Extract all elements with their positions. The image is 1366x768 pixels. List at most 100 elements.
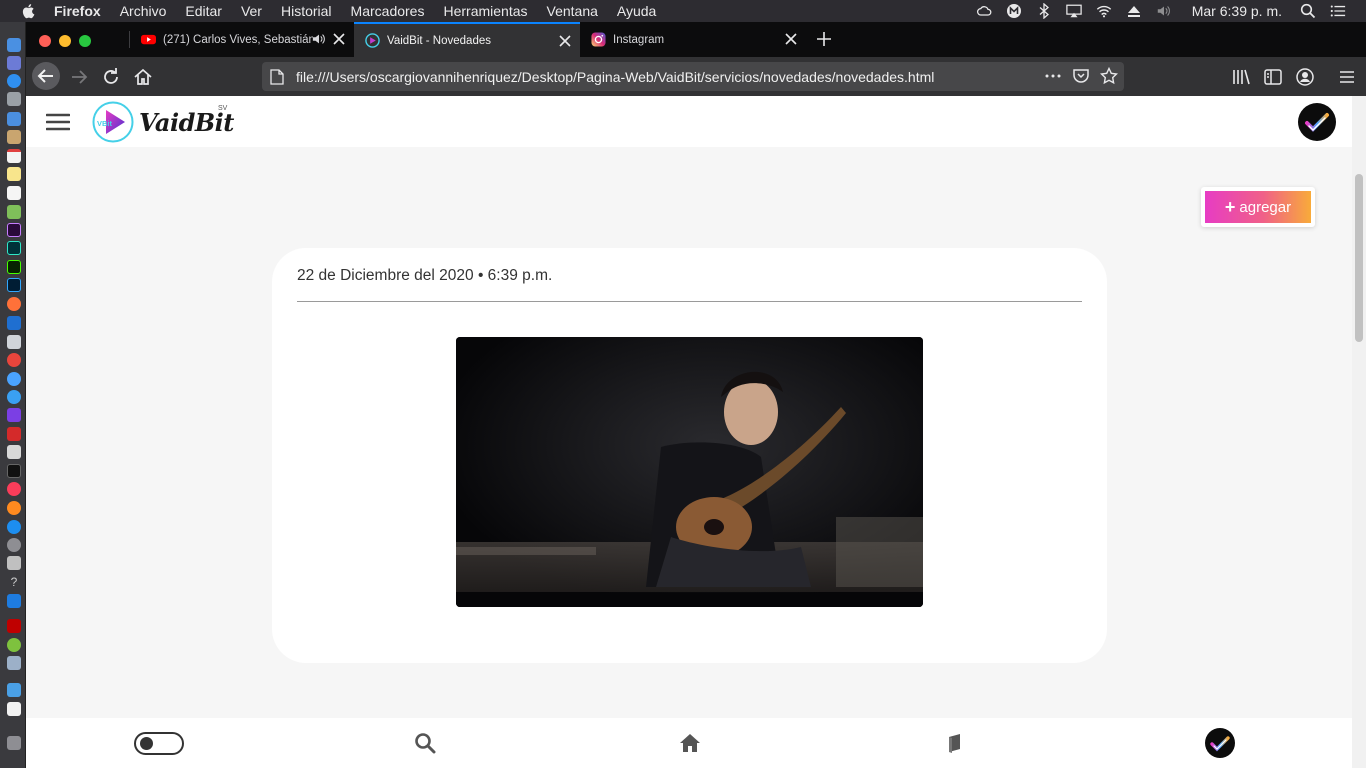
disk-utility-icon[interactable] bbox=[7, 556, 21, 570]
safari-icon[interactable] bbox=[7, 74, 21, 88]
vaidbit-logo-icon[interactable]: VBit bbox=[92, 101, 134, 143]
window-zoom-button[interactable] bbox=[79, 35, 91, 47]
close-tab-icon[interactable] bbox=[332, 32, 346, 46]
new-tab-plus-icon[interactable] bbox=[815, 30, 833, 48]
page-scrollbar[interactable] bbox=[1352, 96, 1366, 768]
forward-button[interactable] bbox=[67, 65, 91, 89]
mail-icon[interactable] bbox=[7, 112, 21, 126]
browser-nav-bar: file:///Users/oscargiovannihenriquez/Des… bbox=[26, 57, 1366, 96]
tab-youtube[interactable]: (271) Carlos Vives, Sebastián bbox=[130, 22, 354, 57]
menu-herramientas[interactable]: Herramientas bbox=[443, 3, 527, 19]
menu-ver[interactable]: Ver bbox=[241, 3, 262, 19]
apple-icon[interactable] bbox=[20, 3, 38, 19]
eject-icon[interactable] bbox=[1126, 3, 1142, 19]
menu-ventana[interactable]: Ventana bbox=[547, 3, 598, 19]
sidebar-icon[interactable] bbox=[1261, 65, 1285, 89]
scroll-thumb[interactable] bbox=[1355, 174, 1363, 342]
menu-marcadores[interactable]: Marcadores bbox=[351, 3, 425, 19]
bottom-nav bbox=[26, 718, 1352, 768]
scanner-icon[interactable] bbox=[7, 656, 21, 670]
instagram-icon bbox=[591, 32, 606, 47]
notes-icon[interactable] bbox=[7, 167, 21, 181]
bookmark-star-icon[interactable] bbox=[1100, 67, 1118, 85]
launchpad-icon[interactable] bbox=[7, 56, 21, 70]
menu-editar[interactable]: Editar bbox=[185, 3, 222, 19]
wifi-icon[interactable] bbox=[1096, 3, 1112, 19]
messages-icon[interactable] bbox=[7, 390, 21, 404]
notification-center-icon[interactable] bbox=[1330, 3, 1346, 19]
volume-icon[interactable] bbox=[1156, 3, 1172, 19]
close-tab-icon[interactable] bbox=[558, 34, 572, 48]
user-avatar[interactable] bbox=[1298, 103, 1336, 141]
music-icon[interactable] bbox=[7, 482, 21, 496]
yelp-icon[interactable] bbox=[7, 427, 21, 441]
tab-instagram[interactable]: Instagram bbox=[580, 22, 806, 57]
xcode-icon[interactable] bbox=[7, 594, 21, 608]
window-minimize-button[interactable] bbox=[59, 35, 71, 47]
malwarebytes-icon[interactable] bbox=[1006, 3, 1022, 19]
back-button[interactable] bbox=[31, 61, 61, 91]
app-icon[interactable] bbox=[7, 408, 21, 422]
post-video[interactable] bbox=[456, 337, 923, 607]
agregar-button[interactable]: + agregar bbox=[1201, 187, 1315, 227]
speaker-icon[interactable] bbox=[312, 32, 326, 46]
contacts-icon[interactable] bbox=[7, 130, 21, 144]
address-bar[interactable]: file:///Users/oscargiovannihenriquez/Des… bbox=[262, 62, 1124, 91]
android-icon[interactable] bbox=[7, 638, 21, 652]
page-actions-icon[interactable] bbox=[1044, 67, 1062, 85]
creative-cloud-icon[interactable] bbox=[976, 3, 992, 19]
menu-historial[interactable]: Historial bbox=[281, 3, 332, 19]
dreamweaver-icon[interactable] bbox=[7, 260, 21, 274]
reminders-icon[interactable] bbox=[7, 186, 21, 200]
filezilla-icon[interactable] bbox=[7, 619, 21, 633]
menu-bar-clock[interactable]: Mar 6:39 p. m. bbox=[1192, 3, 1282, 19]
close-tab-icon[interactable] bbox=[784, 32, 798, 46]
menu-firefox[interactable]: Firefox bbox=[54, 3, 101, 19]
menu-icon[interactable] bbox=[1335, 65, 1359, 89]
photos-icon[interactable] bbox=[7, 205, 21, 219]
airplay-icon[interactable] bbox=[1066, 3, 1082, 19]
rocket-icon[interactable] bbox=[7, 92, 21, 106]
menu-archivo[interactable]: Archivo bbox=[120, 3, 167, 19]
audition-icon[interactable] bbox=[7, 241, 21, 255]
photoshop-icon[interactable] bbox=[7, 278, 21, 292]
pocket-icon[interactable] bbox=[1072, 67, 1090, 85]
finder-icon[interactable] bbox=[7, 38, 21, 52]
search-icon[interactable] bbox=[414, 732, 436, 754]
site-logo-text[interactable]: VaidBit bbox=[139, 108, 234, 137]
folder-icon[interactable] bbox=[7, 683, 21, 697]
tab-vaidbit[interactable]: VaidBit - Novedades bbox=[354, 22, 580, 57]
theme-toggle[interactable] bbox=[134, 732, 184, 755]
books-icon[interactable] bbox=[7, 501, 21, 515]
home-icon[interactable] bbox=[679, 732, 701, 754]
calendar-icon[interactable] bbox=[7, 149, 21, 163]
help-icon[interactable]: ? bbox=[7, 575, 21, 589]
avatar-check-icon bbox=[1305, 113, 1329, 132]
trash-icon[interactable] bbox=[7, 736, 21, 750]
color-picker-icon[interactable] bbox=[7, 372, 21, 386]
page-icon bbox=[270, 68, 284, 85]
account-icon[interactable] bbox=[1293, 65, 1317, 89]
preview-icon[interactable] bbox=[7, 335, 21, 349]
bottom-nav-avatar[interactable] bbox=[1205, 728, 1235, 758]
spotlight-search-icon[interactable] bbox=[1300, 3, 1316, 19]
bluetooth-icon[interactable] bbox=[1036, 3, 1052, 19]
keychain-icon[interactable] bbox=[7, 445, 21, 459]
book-icon[interactable] bbox=[944, 732, 966, 754]
window-close-button[interactable] bbox=[39, 35, 51, 47]
reload-button[interactable] bbox=[99, 65, 123, 89]
url-text[interactable]: file:///Users/oscargiovannihenriquez/Des… bbox=[296, 69, 934, 85]
system-preferences-icon[interactable] bbox=[7, 538, 21, 552]
terminal-icon[interactable] bbox=[7, 464, 21, 478]
hamburger-menu-icon[interactable] bbox=[46, 112, 70, 132]
library-icon[interactable] bbox=[1229, 65, 1253, 89]
document-icon[interactable] bbox=[7, 702, 21, 716]
firefox-dock-icon[interactable] bbox=[7, 297, 21, 311]
chrome-icon[interactable] bbox=[7, 353, 21, 367]
app-store-icon[interactable] bbox=[7, 520, 21, 534]
divider bbox=[297, 301, 1082, 302]
menu-ayuda[interactable]: Ayuda bbox=[617, 3, 656, 19]
premiere-icon[interactable] bbox=[7, 223, 21, 237]
home-button[interactable] bbox=[131, 65, 155, 89]
screen-icon[interactable] bbox=[7, 316, 21, 330]
